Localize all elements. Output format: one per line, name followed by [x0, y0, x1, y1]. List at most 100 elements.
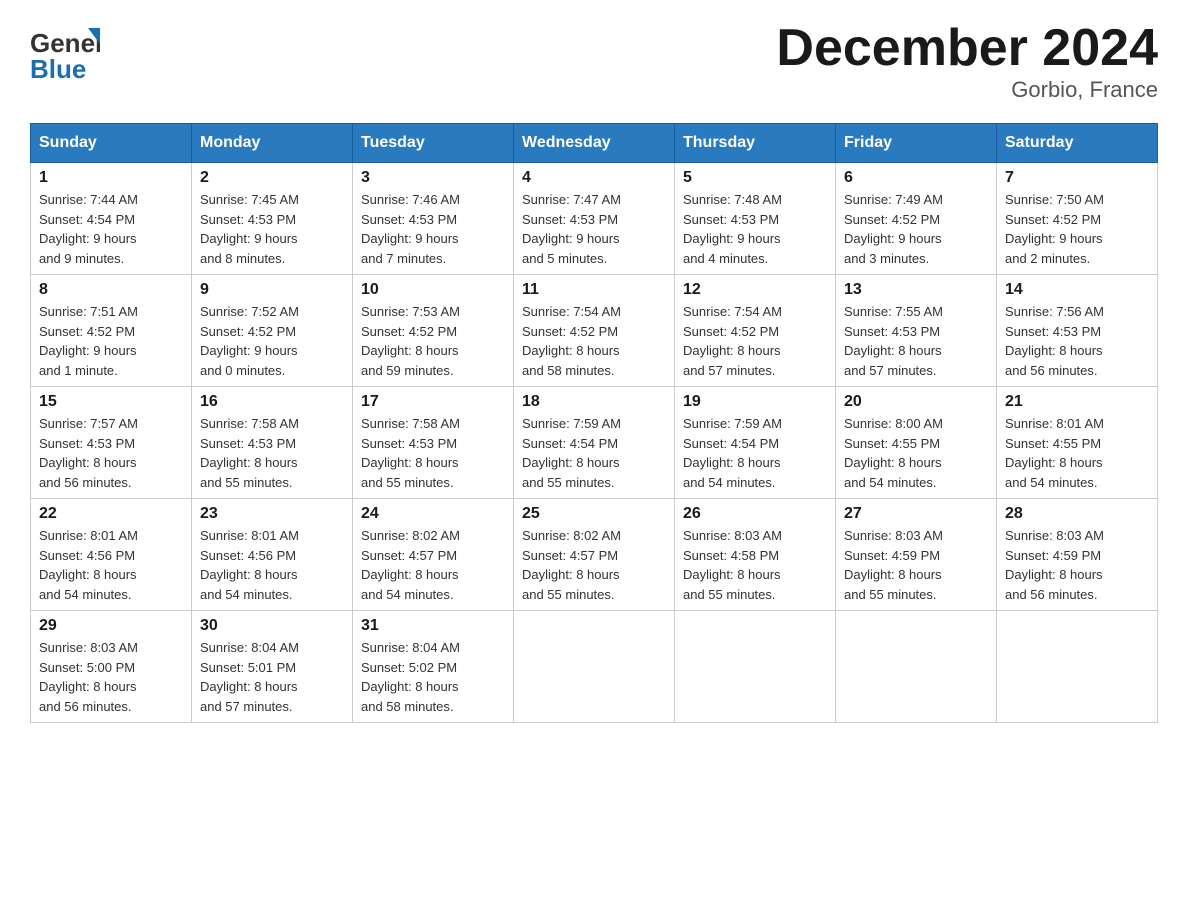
table-row: 21 Sunrise: 8:01 AM Sunset: 4:55 PM Dayl…	[997, 387, 1158, 499]
day-info: Sunrise: 7:54 AM Sunset: 4:52 PM Dayligh…	[683, 302, 827, 380]
day-info: Sunrise: 7:59 AM Sunset: 4:54 PM Dayligh…	[522, 414, 666, 492]
day-info: Sunrise: 8:01 AM Sunset: 4:56 PM Dayligh…	[200, 526, 344, 604]
table-row: 5 Sunrise: 7:48 AM Sunset: 4:53 PM Dayli…	[675, 163, 836, 275]
day-info: Sunrise: 7:54 AM Sunset: 4:52 PM Dayligh…	[522, 302, 666, 380]
day-info: Sunrise: 7:47 AM Sunset: 4:53 PM Dayligh…	[522, 190, 666, 268]
calendar-row: 29 Sunrise: 8:03 AM Sunset: 5:00 PM Dayl…	[31, 611, 1158, 723]
table-row: 9 Sunrise: 7:52 AM Sunset: 4:52 PM Dayli…	[192, 275, 353, 387]
day-number: 4	[522, 169, 666, 187]
calendar-row: 8 Sunrise: 7:51 AM Sunset: 4:52 PM Dayli…	[31, 275, 1158, 387]
day-info: Sunrise: 7:44 AM Sunset: 4:54 PM Dayligh…	[39, 190, 183, 268]
table-row: 15 Sunrise: 7:57 AM Sunset: 4:53 PM Dayl…	[31, 387, 192, 499]
day-info: Sunrise: 7:52 AM Sunset: 4:52 PM Dayligh…	[200, 302, 344, 380]
day-info: Sunrise: 8:03 AM Sunset: 5:00 PM Dayligh…	[39, 638, 183, 716]
table-row	[836, 611, 997, 723]
calendar-row: 22 Sunrise: 8:01 AM Sunset: 4:56 PM Dayl…	[31, 499, 1158, 611]
day-info: Sunrise: 8:03 AM Sunset: 4:59 PM Dayligh…	[1005, 526, 1149, 604]
table-row: 26 Sunrise: 8:03 AM Sunset: 4:58 PM Dayl…	[675, 499, 836, 611]
day-info: Sunrise: 7:45 AM Sunset: 4:53 PM Dayligh…	[200, 190, 344, 268]
day-info: Sunrise: 7:53 AM Sunset: 4:52 PM Dayligh…	[361, 302, 505, 380]
day-number: 18	[522, 393, 666, 411]
day-info: Sunrise: 8:01 AM Sunset: 4:55 PM Dayligh…	[1005, 414, 1149, 492]
day-number: 10	[361, 281, 505, 299]
day-info: Sunrise: 8:01 AM Sunset: 4:56 PM Dayligh…	[39, 526, 183, 604]
day-info: Sunrise: 8:00 AM Sunset: 4:55 PM Dayligh…	[844, 414, 988, 492]
day-number: 1	[39, 169, 183, 187]
table-row: 6 Sunrise: 7:49 AM Sunset: 4:52 PM Dayli…	[836, 163, 997, 275]
table-row: 13 Sunrise: 7:55 AM Sunset: 4:53 PM Dayl…	[836, 275, 997, 387]
day-number: 14	[1005, 281, 1149, 299]
table-row: 28 Sunrise: 8:03 AM Sunset: 4:59 PM Dayl…	[997, 499, 1158, 611]
table-row: 22 Sunrise: 8:01 AM Sunset: 4:56 PM Dayl…	[31, 499, 192, 611]
table-row: 17 Sunrise: 7:58 AM Sunset: 4:53 PM Dayl…	[353, 387, 514, 499]
day-number: 12	[683, 281, 827, 299]
table-row: 30 Sunrise: 8:04 AM Sunset: 5:01 PM Dayl…	[192, 611, 353, 723]
col-wednesday: Wednesday	[514, 124, 675, 163]
day-number: 19	[683, 393, 827, 411]
col-thursday: Thursday	[675, 124, 836, 163]
day-info: Sunrise: 7:56 AM Sunset: 4:53 PM Dayligh…	[1005, 302, 1149, 380]
calendar-row: 15 Sunrise: 7:57 AM Sunset: 4:53 PM Dayl…	[31, 387, 1158, 499]
table-row: 18 Sunrise: 7:59 AM Sunset: 4:54 PM Dayl…	[514, 387, 675, 499]
table-row: 10 Sunrise: 7:53 AM Sunset: 4:52 PM Dayl…	[353, 275, 514, 387]
day-info: Sunrise: 8:04 AM Sunset: 5:01 PM Dayligh…	[200, 638, 344, 716]
col-friday: Friday	[836, 124, 997, 163]
location-label: Gorbio, France	[776, 77, 1158, 103]
day-number: 5	[683, 169, 827, 187]
day-number: 9	[200, 281, 344, 299]
table-row: 24 Sunrise: 8:02 AM Sunset: 4:57 PM Dayl…	[353, 499, 514, 611]
table-row: 11 Sunrise: 7:54 AM Sunset: 4:52 PM Dayl…	[514, 275, 675, 387]
page-title: December 2024	[776, 20, 1158, 77]
title-block: December 2024 Gorbio, France	[776, 20, 1158, 103]
day-number: 22	[39, 505, 183, 523]
day-info: Sunrise: 8:02 AM Sunset: 4:57 PM Dayligh…	[361, 526, 505, 604]
day-number: 11	[522, 281, 666, 299]
table-row: 2 Sunrise: 7:45 AM Sunset: 4:53 PM Dayli…	[192, 163, 353, 275]
day-number: 31	[361, 617, 505, 635]
day-number: 7	[1005, 169, 1149, 187]
day-number: 30	[200, 617, 344, 635]
day-number: 16	[200, 393, 344, 411]
table-row: 27 Sunrise: 8:03 AM Sunset: 4:59 PM Dayl…	[836, 499, 997, 611]
day-info: Sunrise: 7:55 AM Sunset: 4:53 PM Dayligh…	[844, 302, 988, 380]
table-row: 25 Sunrise: 8:02 AM Sunset: 4:57 PM Dayl…	[514, 499, 675, 611]
table-row	[514, 611, 675, 723]
table-row: 7 Sunrise: 7:50 AM Sunset: 4:52 PM Dayli…	[997, 163, 1158, 275]
table-row: 29 Sunrise: 8:03 AM Sunset: 5:00 PM Dayl…	[31, 611, 192, 723]
table-row	[675, 611, 836, 723]
calendar-row: 1 Sunrise: 7:44 AM Sunset: 4:54 PM Dayli…	[31, 163, 1158, 275]
day-info: Sunrise: 7:46 AM Sunset: 4:53 PM Dayligh…	[361, 190, 505, 268]
table-row: 16 Sunrise: 7:58 AM Sunset: 4:53 PM Dayl…	[192, 387, 353, 499]
table-row: 20 Sunrise: 8:00 AM Sunset: 4:55 PM Dayl…	[836, 387, 997, 499]
day-number: 13	[844, 281, 988, 299]
col-tuesday: Tuesday	[353, 124, 514, 163]
svg-text:Blue: Blue	[30, 54, 86, 84]
day-info: Sunrise: 7:48 AM Sunset: 4:53 PM Dayligh…	[683, 190, 827, 268]
day-number: 25	[522, 505, 666, 523]
day-number: 29	[39, 617, 183, 635]
col-monday: Monday	[192, 124, 353, 163]
day-info: Sunrise: 7:59 AM Sunset: 4:54 PM Dayligh…	[683, 414, 827, 492]
day-number: 6	[844, 169, 988, 187]
day-info: Sunrise: 7:58 AM Sunset: 4:53 PM Dayligh…	[361, 414, 505, 492]
table-row: 31 Sunrise: 8:04 AM Sunset: 5:02 PM Dayl…	[353, 611, 514, 723]
day-number: 26	[683, 505, 827, 523]
table-row: 19 Sunrise: 7:59 AM Sunset: 4:54 PM Dayl…	[675, 387, 836, 499]
day-number: 17	[361, 393, 505, 411]
day-info: Sunrise: 8:03 AM Sunset: 4:59 PM Dayligh…	[844, 526, 988, 604]
calendar-table: Sunday Monday Tuesday Wednesday Thursday…	[30, 123, 1158, 723]
table-row	[997, 611, 1158, 723]
table-row: 23 Sunrise: 8:01 AM Sunset: 4:56 PM Dayl…	[192, 499, 353, 611]
table-row: 12 Sunrise: 7:54 AM Sunset: 4:52 PM Dayl…	[675, 275, 836, 387]
day-info: Sunrise: 7:57 AM Sunset: 4:53 PM Dayligh…	[39, 414, 183, 492]
day-number: 3	[361, 169, 505, 187]
day-info: Sunrise: 7:51 AM Sunset: 4:52 PM Dayligh…	[39, 302, 183, 380]
day-number: 23	[200, 505, 344, 523]
day-info: Sunrise: 7:49 AM Sunset: 4:52 PM Dayligh…	[844, 190, 988, 268]
day-info: Sunrise: 7:58 AM Sunset: 4:53 PM Dayligh…	[200, 414, 344, 492]
header-row: Sunday Monday Tuesday Wednesday Thursday…	[31, 124, 1158, 163]
page-header: General Blue December 2024 Gorbio, Franc…	[30, 20, 1158, 103]
table-row: 14 Sunrise: 7:56 AM Sunset: 4:53 PM Dayl…	[997, 275, 1158, 387]
table-row: 1 Sunrise: 7:44 AM Sunset: 4:54 PM Dayli…	[31, 163, 192, 275]
day-number: 24	[361, 505, 505, 523]
